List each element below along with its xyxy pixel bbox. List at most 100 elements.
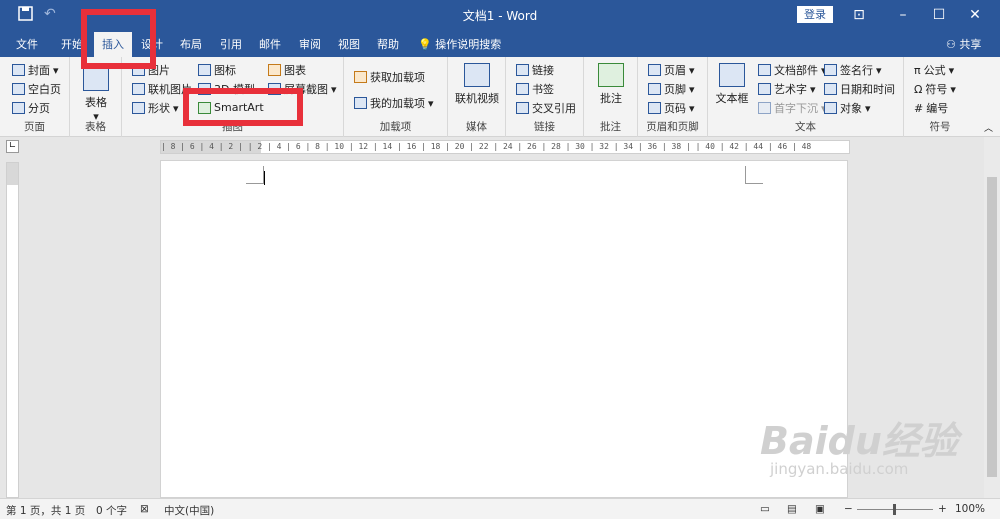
page-break-button[interactable]: 分页 xyxy=(12,100,50,116)
page-count[interactable]: 第 1 页，共 1 页 xyxy=(6,503,85,518)
quick-parts-button[interactable]: 文档部件 ▾ xyxy=(758,62,827,78)
tab-help[interactable]: 帮助 xyxy=(377,36,399,52)
wordart-button[interactable]: 艺术字 ▾ xyxy=(758,81,816,97)
group-media: 联机视频 媒体 xyxy=(448,57,506,137)
tab-mailings[interactable]: 邮件 xyxy=(259,36,281,52)
group-label-addins: 加载项 xyxy=(379,121,412,133)
maximize-icon[interactable]: ☐ xyxy=(926,4,952,26)
zoom-slider-thumb[interactable] xyxy=(893,504,896,515)
my-addins-label: 我的加载项 xyxy=(370,97,425,110)
cover-icon xyxy=(12,64,25,76)
zoom-level[interactable]: 100% xyxy=(955,503,985,515)
close-icon[interactable]: ✕ xyxy=(962,4,988,26)
comment-label: 批注 xyxy=(600,92,622,105)
collapse-ribbon-icon[interactable]: ︿ xyxy=(984,121,993,134)
tab-references[interactable]: 引用 xyxy=(220,36,242,52)
document-page[interactable] xyxy=(160,160,848,498)
login-button[interactable]: 登录 xyxy=(797,6,833,23)
footer-button[interactable]: 页脚 ▾ xyxy=(648,81,695,97)
date-time-button[interactable]: 日期和时间 xyxy=(824,81,895,97)
group-label-tables: 表格 xyxy=(85,121,106,133)
read-mode-icon[interactable]: ▭ xyxy=(760,503,770,515)
signature-line-button[interactable]: 签名行 ▾ xyxy=(824,62,882,78)
online-video-button[interactable]: 联机视频 xyxy=(452,63,502,106)
web-layout-icon[interactable]: ▣ xyxy=(815,503,825,515)
page-number-button[interactable]: 页码 ▾ xyxy=(648,100,695,116)
comment-icon xyxy=(598,63,624,87)
highlight-insert-tab xyxy=(81,9,156,69)
ribbon-display-icon[interactable]: ⊡ xyxy=(846,4,872,26)
omega-icon: Ω xyxy=(914,82,923,96)
language[interactable]: 中文(中国) xyxy=(164,503,214,518)
object-button[interactable]: 对象 ▾ xyxy=(824,100,871,116)
shapes-button[interactable]: 形状 ▾ xyxy=(132,100,179,116)
tell-me-search[interactable]: 💡 操作说明搜索 xyxy=(418,36,501,52)
group-links: 链接 书签 交叉引用 链接 xyxy=(506,57,584,137)
my-addins-icon xyxy=(354,97,367,109)
ribbon: 封面 ▾ 空白页 分页 页面 表格 ▾ 表格 图片 联机图片 形状 ▾ 图标 3D… xyxy=(0,57,1000,137)
comment-button[interactable]: 批注 xyxy=(590,63,632,106)
footer-label: 页脚 xyxy=(664,83,686,96)
highlight-smartart xyxy=(183,88,303,126)
table-icon xyxy=(83,67,109,91)
group-tables: 表格 ▾ 表格 xyxy=(70,57,122,137)
proofing-icon[interactable]: ⊠ xyxy=(140,503,149,515)
number-button[interactable]: # 编号 xyxy=(914,100,948,116)
margin-mark-left xyxy=(246,166,264,184)
tab-file[interactable]: 文件 xyxy=(16,36,38,52)
vertical-scrollbar[interactable] xyxy=(984,137,1000,498)
date-time-label: 日期和时间 xyxy=(840,83,895,96)
icons-icon xyxy=(198,64,211,76)
watermark-brand: Baidu经验 xyxy=(760,419,958,463)
quick-parts-label: 文档部件 xyxy=(774,64,818,77)
chart-button[interactable]: 图表 xyxy=(268,62,306,78)
share-button[interactable]: ⚇ 共享 xyxy=(946,36,981,52)
scroll-thumb[interactable] xyxy=(987,177,997,477)
blank-page-icon xyxy=(12,83,25,95)
textbox-icon xyxy=(719,63,745,87)
table-button[interactable]: 表格 ▾ xyxy=(80,67,112,123)
store-icon xyxy=(354,71,367,83)
print-layout-icon[interactable]: ▤ xyxy=(787,503,797,515)
share-label: 共享 xyxy=(959,38,982,51)
tab-home[interactable]: 开始 xyxy=(61,36,83,52)
minimize-icon[interactable]: – xyxy=(890,4,916,26)
drop-cap-label: 首字下沉 xyxy=(774,102,818,115)
tab-review[interactable]: 审阅 xyxy=(299,36,321,52)
tab-selector[interactable]: ∟ xyxy=(6,140,19,153)
header-button[interactable]: 页眉 ▾ xyxy=(648,62,695,78)
lightbulb-icon: 💡 xyxy=(418,38,432,51)
cover-label: 封面 xyxy=(28,64,50,77)
textbox-button[interactable]: 文本框 xyxy=(712,63,752,106)
page-number-icon xyxy=(648,102,661,114)
zoom-in-icon[interactable]: + xyxy=(938,503,947,515)
tab-view[interactable]: 视图 xyxy=(338,36,360,52)
tell-me-label: 操作说明搜索 xyxy=(435,38,502,51)
get-addins-button[interactable]: 获取加载项 xyxy=(354,69,425,85)
vertical-ruler[interactable] xyxy=(6,162,19,498)
link-button[interactable]: 链接 xyxy=(516,62,554,78)
zoom-out-icon[interactable]: − xyxy=(844,503,853,515)
group-symbols: π 公式 ▾ Ω 符号 ▾ # 编号 符号 xyxy=(904,57,976,137)
quick-parts-icon xyxy=(758,64,771,76)
group-label-comments: 批注 xyxy=(600,121,621,133)
number-label: 编号 xyxy=(926,102,949,115)
vruler-margin xyxy=(7,163,18,185)
group-label-text: 文本 xyxy=(795,121,816,133)
drop-cap-button[interactable]: 首字下沉 ▾ xyxy=(758,100,827,116)
word-count[interactable]: 0 个字 xyxy=(96,503,127,518)
chart-label: 图表 xyxy=(284,64,306,77)
cover-page-button[interactable]: 封面 ▾ xyxy=(12,62,59,78)
my-addins-button[interactable]: 我的加载项 ▾ xyxy=(354,95,434,111)
cross-reference-button[interactable]: 交叉引用 xyxy=(516,100,576,116)
group-text: 文本框 文档部件 ▾ 艺术字 ▾ 首字下沉 ▾ 签名行 ▾ 日期和时间 对象 ▾… xyxy=(708,57,904,137)
icons-button[interactable]: 图标 xyxy=(198,62,236,78)
equation-button[interactable]: π 公式 ▾ xyxy=(914,62,954,78)
symbol-button[interactable]: Ω 符号 ▾ xyxy=(914,81,956,97)
horizontal-ruler[interactable]: | 8 | 6 | 4 | 2 | | 2 | 4 | 6 | 8 | 10 |… xyxy=(160,140,850,154)
group-addins: 获取加载项 我的加载项 ▾ 加载项 xyxy=(344,57,448,137)
tab-layout[interactable]: 布局 xyxy=(180,36,202,52)
header-label: 页眉 xyxy=(664,64,686,77)
blank-page-button[interactable]: 空白页 xyxy=(12,81,61,97)
bookmark-button[interactable]: 书签 xyxy=(516,81,554,97)
